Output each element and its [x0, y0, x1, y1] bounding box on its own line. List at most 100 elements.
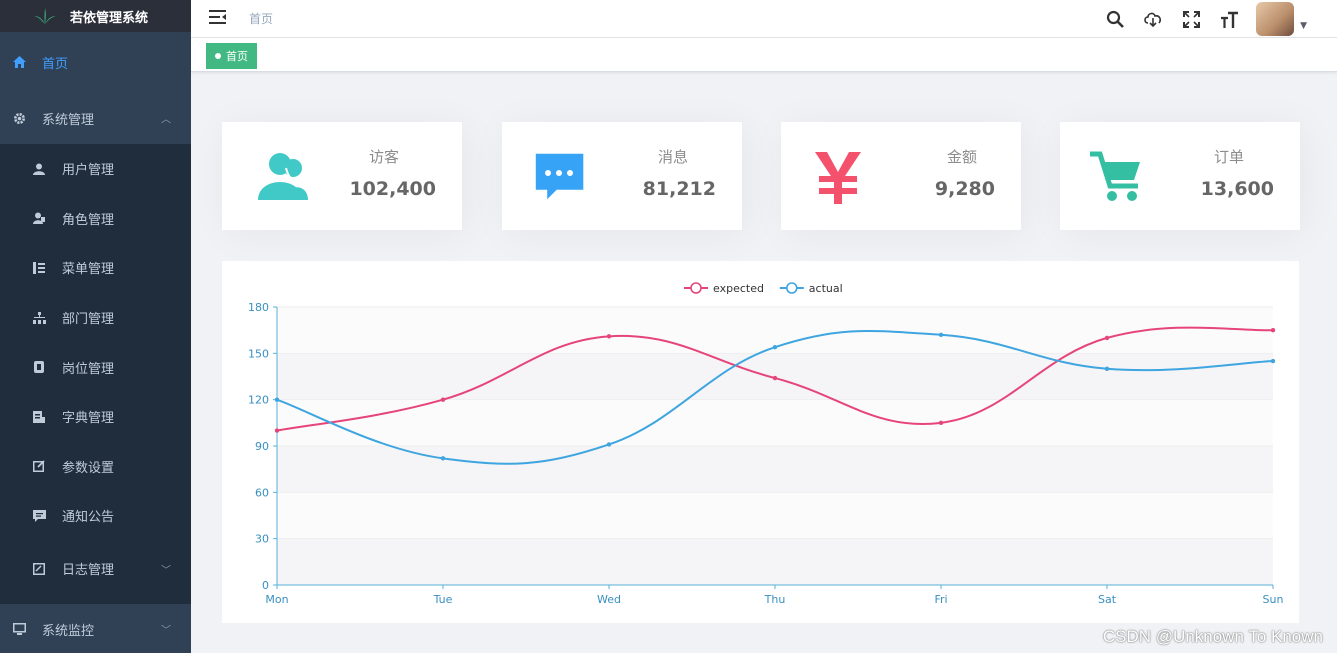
card-value: 102,400	[349, 178, 436, 200]
grid-band	[277, 446, 1273, 493]
message-icon	[32, 509, 46, 523]
active-dot	[215, 53, 221, 59]
x-tick-label: Sat	[1098, 593, 1117, 606]
tags-view: 首页	[191, 38, 1337, 72]
sidebar-item-label: 系统管理	[42, 112, 95, 128]
avatar[interactable]	[1256, 2, 1295, 36]
sidebar-item-label: 岗位管理	[62, 361, 115, 377]
fullscreen-icon[interactable]	[1180, 8, 1202, 30]
sidebar-item-users[interactable]: 用户管理	[0, 144, 191, 194]
y-tick-label: 0	[262, 579, 269, 592]
card-title: 金额	[946, 148, 977, 166]
sidebar-item-roles[interactable]: 角色管理	[0, 193, 191, 244]
x-tick-label: Wed	[597, 593, 621, 606]
sidebar-item-label: 参数设置	[62, 460, 115, 476]
search-icon[interactable]	[1104, 8, 1126, 30]
sidebar-item-logs[interactable]: 日志管理 ﹀	[0, 540, 191, 597]
card-title: 订单	[1213, 148, 1244, 166]
sidebar-item-notices[interactable]: 通知公告	[0, 491, 191, 541]
breadcrumb[interactable]: 首页	[249, 10, 273, 27]
tag-home[interactable]: 首页	[206, 43, 257, 69]
sidebar-item-label: 部门管理	[62, 312, 115, 328]
logo-icon	[34, 8, 56, 24]
user-icon	[32, 162, 46, 176]
legend-marker-expected	[690, 282, 702, 294]
sidebar-item-label: 日志管理	[62, 563, 115, 579]
chevron-down-icon: ﹀	[161, 565, 171, 577]
data-point-expected	[772, 375, 778, 381]
sidebar-item-dictionary[interactable]: 字典管理	[0, 391, 191, 442]
data-point-expected	[1270, 327, 1276, 333]
text-size-icon[interactable]	[1218, 8, 1240, 30]
dictionary-icon	[32, 410, 46, 424]
app-logo[interactable]: 若依管理系统	[0, 0, 191, 32]
data-point-actual	[938, 332, 944, 337]
y-tick-label: 150	[248, 347, 269, 360]
sidebar-item-label: 通知公告	[62, 510, 115, 526]
card-value: 13,600	[1200, 178, 1274, 200]
shopping-cart-icon	[1090, 151, 1140, 201]
card-value: 81,212	[642, 178, 716, 200]
sidebar-item-label: 角色管理	[62, 212, 115, 228]
data-point-actual	[274, 397, 280, 402]
data-point-actual	[1104, 366, 1110, 371]
card-visitors[interactable]: 访客 102,400	[222, 122, 462, 230]
caret-down-icon[interactable]: ▼	[1300, 21, 1307, 31]
app-title: 若依管理系统	[70, 10, 149, 26]
card-title: 消息	[657, 148, 688, 166]
chevron-up-icon: ︿	[161, 114, 171, 126]
role-icon	[32, 211, 46, 225]
sidebar-item-posts[interactable]: 岗位管理	[0, 342, 191, 392]
tag-label: 首页	[226, 50, 248, 63]
sidebar-item-label: 菜单管理	[62, 262, 115, 278]
data-point-expected	[1104, 335, 1110, 341]
legend-label-actual: actual	[809, 282, 843, 295]
watermark: CSDN @Unknown To Known	[1102, 627, 1323, 646]
line-chart-panel: 0 30 60 90 120 150 180 Mon Tue Wed Thu Fri Sat Sun exp…	[222, 261, 1299, 623]
yen-icon	[815, 152, 861, 204]
legend-label-expected: expected	[713, 282, 764, 295]
edit-icon	[32, 459, 46, 473]
card-value: 9,280	[934, 178, 995, 200]
data-point-actual	[772, 344, 778, 350]
sidebar-item-system[interactable]: 系统管理 ︿	[0, 92, 191, 144]
log-icon	[32, 562, 46, 576]
x-tick-label: Tue	[433, 593, 453, 606]
home-icon	[12, 55, 26, 69]
grid-band	[277, 492, 1273, 539]
sidebar-item-label: 用户管理	[62, 163, 115, 179]
post-icon	[32, 360, 46, 374]
card-messages[interactable]: 消息 81,212	[502, 122, 742, 230]
data-point-actual	[1270, 358, 1276, 364]
grid-band	[277, 538, 1273, 585]
gear-icon	[12, 111, 26, 125]
x-tick-label: Thu	[764, 593, 786, 606]
sidebar-item-params[interactable]: 参数设置	[0, 441, 191, 492]
line-chart: 0 30 60 90 120 150 180 Mon Tue Wed Thu Fri Sat Sun exp…	[248, 282, 1284, 606]
data-point-expected	[938, 420, 944, 426]
sidebar-item-home[interactable]: 首页	[0, 32, 191, 92]
x-tick-label: Mon	[265, 593, 288, 606]
chevron-down-icon: ﹀	[161, 625, 171, 637]
menu-tree-icon	[32, 261, 46, 275]
sidebar-item-menus[interactable]: 菜单管理	[0, 243, 191, 293]
card-amount[interactable]: 金额 9,280	[781, 122, 1021, 230]
legend-marker-actual	[785, 282, 798, 294]
card-orders[interactable]: 订单 13,600	[1060, 122, 1300, 230]
y-tick-label: 90	[255, 440, 269, 453]
sidebar-item-departments[interactable]: 部门管理	[0, 292, 191, 343]
sidebar: 若依管理系统 首页 系统管理 ︿ 用户管理 角色管理 菜单管理 部门管理 岗位管…	[0, 0, 191, 653]
cloud-download-icon[interactable]	[1142, 8, 1164, 30]
sidebar-item-label: 首页	[42, 56, 69, 72]
message-bubble-icon	[535, 153, 584, 200]
sidebar-item-monitor[interactable]: 系统监控 ﹀	[0, 604, 191, 653]
y-tick-label: 180	[248, 301, 269, 314]
x-tick-label: Sun	[1263, 593, 1284, 606]
org-tree-icon	[32, 311, 46, 325]
data-point-expected	[440, 397, 446, 402]
y-tick-label: 60	[255, 486, 269, 499]
card-title: 访客	[368, 148, 399, 166]
data-point-actual	[606, 442, 612, 447]
hamburger-icon[interactable]	[209, 9, 227, 28]
visitors-icon	[258, 153, 308, 200]
